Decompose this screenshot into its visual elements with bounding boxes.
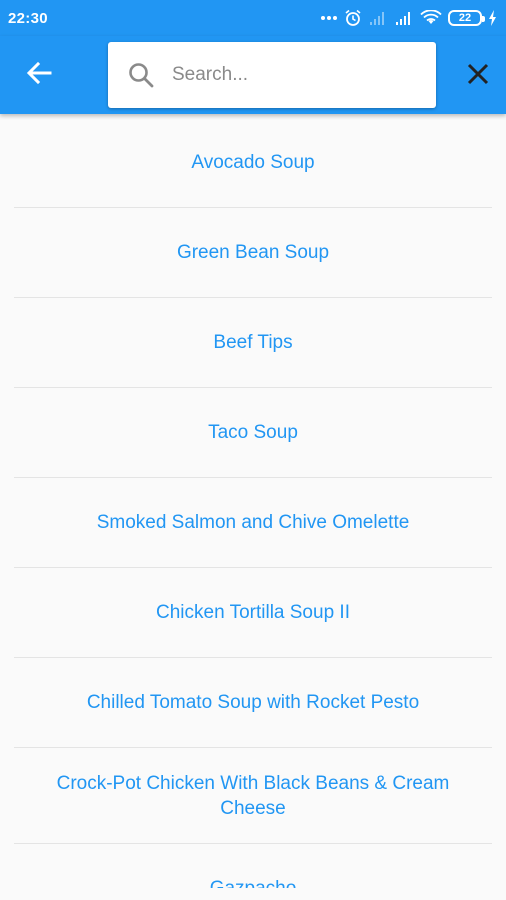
status-icons: 22	[320, 9, 498, 27]
list-item[interactable]: Avocado Soup	[14, 118, 492, 208]
list-item-label: Crock-Pot Chicken With Black Beans & Cre…	[56, 772, 450, 819]
list-item-label: Gazpacho	[210, 876, 297, 888]
list-item-label: Taco Soup	[208, 422, 298, 443]
back-button[interactable]	[20, 58, 58, 92]
wifi-icon	[420, 10, 442, 26]
list-item[interactable]: Beef Tips	[14, 298, 492, 388]
signal-icon	[394, 10, 414, 26]
battery-level: 22	[458, 12, 472, 24]
list-item[interactable]: Smoked Salmon and Chive Omelette	[14, 478, 492, 568]
list-item-label: Chilled Tomato Soup with Rocket Pesto	[86, 692, 420, 713]
list-item-label: Smoked Salmon and Chive Omelette	[96, 512, 410, 533]
status-bar: 22:30 22	[0, 0, 506, 36]
search-box[interactable]	[108, 42, 436, 108]
signal-icon	[368, 10, 388, 26]
list-item-label: Chicken Tortilla Soup II	[156, 602, 350, 623]
more-dots-icon	[320, 15, 338, 21]
arrow-left-icon	[26, 61, 52, 90]
results-list: Avocado Soup Green Bean Soup Beef Tips T…	[0, 118, 506, 888]
list-item[interactable]: Taco Soup	[14, 388, 492, 478]
list-item[interactable]: Gazpacho	[14, 844, 492, 888]
charging-icon	[488, 10, 498, 26]
search-input[interactable]	[172, 55, 412, 95]
status-time: 22:30	[8, 9, 48, 27]
list-item[interactable]: Chicken Tortilla Soup II	[14, 568, 492, 658]
list-item[interactable]: Chilled Tomato Soup with Rocket Pesto	[14, 658, 492, 748]
list-item-label: Beef Tips	[213, 332, 293, 353]
close-icon	[467, 63, 489, 90]
list-item[interactable]: Green Bean Soup	[14, 208, 492, 298]
alarm-icon	[344, 9, 362, 27]
list-item-label: Green Bean Soup	[176, 242, 330, 263]
close-button[interactable]	[460, 61, 496, 91]
list-item-label: Avocado Soup	[191, 152, 315, 173]
battery-icon: 22	[448, 10, 485, 26]
list-item[interactable]: Crock-Pot Chicken With Black Beans & Cre…	[14, 748, 492, 844]
search-icon	[126, 60, 156, 90]
app-bar	[0, 36, 506, 114]
